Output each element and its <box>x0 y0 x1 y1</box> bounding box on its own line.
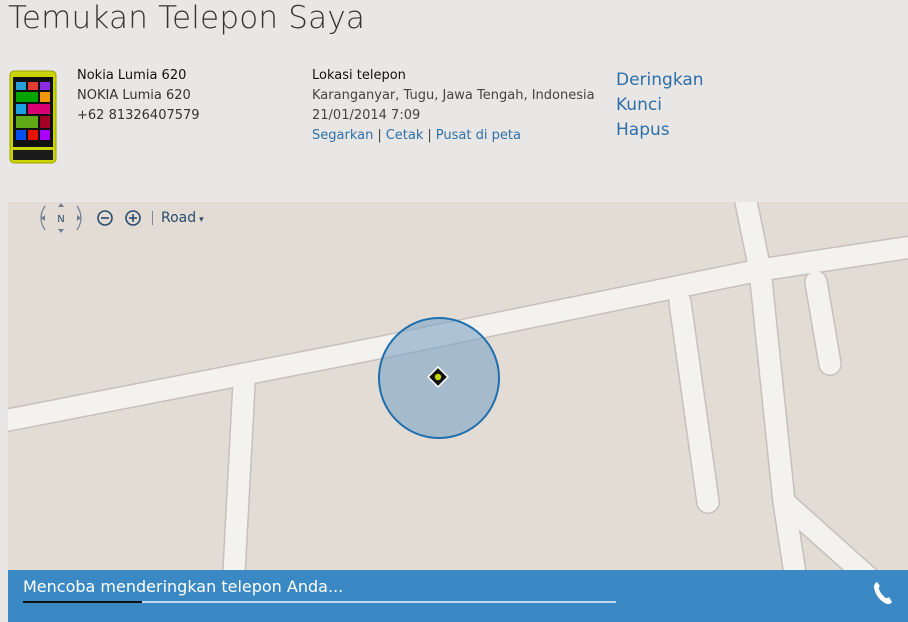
center-on-map-link[interactable]: Pusat di peta <box>436 128 521 143</box>
zoom-out-icon[interactable] <box>96 209 114 227</box>
phone-thumbnail <box>9 70 57 164</box>
location-timestamp: 21/01/2014 7:09 <box>312 108 421 123</box>
phone-number: +62 81326407579 <box>77 108 200 123</box>
device-actions: Deringkan Kunci Hapus <box>616 68 704 143</box>
status-message: Mencoba menderingkan telepon Anda... <box>23 577 344 596</box>
link-separator: | <box>427 128 432 143</box>
zoom-in-icon[interactable] <box>124 209 142 227</box>
link-separator: | <box>377 128 382 143</box>
print-link[interactable]: Cetak <box>386 128 424 143</box>
compass-icon[interactable]: N <box>36 202 86 234</box>
progress-bar <box>23 601 616 603</box>
device-name: Nokia Lumia 620 <box>77 68 187 83</box>
map-view[interactable]: N Road ▾ <box>8 202 908 622</box>
lock-link[interactable]: Kunci <box>616 93 704 118</box>
page-title: Temukan Telepon Saya <box>8 0 366 36</box>
status-bar: Mencoba menderingkan telepon Anda... <box>8 570 908 622</box>
ring-link[interactable]: Deringkan <box>616 68 704 93</box>
location-info: Lokasi telepon Karanganyar, Tugu, Jawa T… <box>312 66 595 146</box>
device-model: NOKIA Lumia 620 <box>77 88 191 103</box>
map-type-dropdown[interactable]: Road ▾ <box>161 210 204 226</box>
progress-fill <box>23 601 142 603</box>
location-links: Segarkan | Cetak | Pusat di peta <box>312 126 595 146</box>
map-type-label: Road <box>161 210 197 226</box>
location-address: Karanganyar, Tugu, Jawa Tengah, Indonesi… <box>312 88 595 103</box>
refresh-link[interactable]: Segarkan <box>312 128 373 143</box>
map-controls: N Road ▾ <box>36 202 204 234</box>
location-heading: Lokasi telepon <box>312 68 406 83</box>
control-divider <box>152 211 153 225</box>
phone-call-icon[interactable] <box>872 580 894 606</box>
chevron-down-icon: ▾ <box>199 215 204 225</box>
location-marker-icon[interactable] <box>426 365 450 389</box>
erase-link[interactable]: Hapus <box>616 118 704 143</box>
device-info: Nokia Lumia 620 NOKIA Lumia 620 +62 8132… <box>77 66 200 126</box>
compass-label: N <box>57 214 64 225</box>
